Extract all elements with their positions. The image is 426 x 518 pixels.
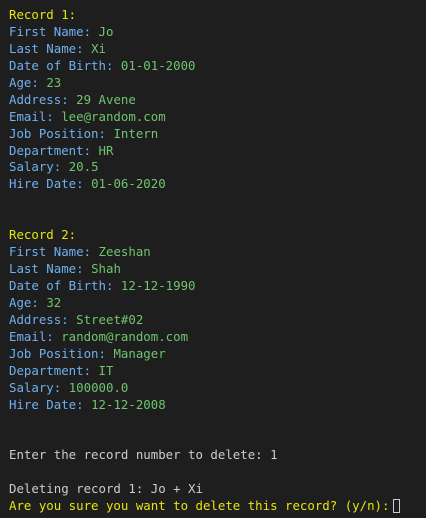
record-field-department: Department: HR	[9, 143, 426, 160]
record-number-prompt: Enter the record number to delete: 1	[9, 447, 278, 463]
field-value: 29 Avene	[76, 91, 136, 107]
field-value: 23	[46, 74, 62, 90]
record-field-job-position: Job Position: Manager	[9, 346, 426, 363]
field-label: Salary:	[9, 379, 69, 395]
field-label: Date of Birth:	[9, 57, 121, 73]
field-value: Zeeshan	[98, 244, 151, 260]
record-field-hire-date: Hire Date: 12-12-2008	[9, 397, 426, 414]
field-label: Email:	[9, 108, 62, 124]
field-value: IT	[98, 362, 114, 378]
record-field-email: Email: lee@random.com	[9, 109, 426, 126]
field-label: Date of Birth:	[9, 278, 121, 294]
record-heading: Record 2:	[9, 227, 77, 243]
field-label: Department:	[9, 142, 99, 158]
field-value: Jo	[98, 23, 114, 39]
field-value: 12-12-2008	[91, 396, 166, 412]
field-value: 01-01-2000	[120, 57, 196, 73]
record-field-address: Address: 29 Avene	[9, 92, 426, 109]
field-value: random@random.com	[61, 328, 189, 344]
record-field-address: Address: Street#02	[9, 312, 426, 329]
confirm-prompt: Are you sure you want to delete this rec…	[9, 498, 390, 514]
record-field-job-position: Job Position: Intern	[9, 126, 426, 143]
field-value: 100000.0	[68, 379, 129, 395]
field-value: Intern	[113, 125, 159, 141]
record-field-age: Age: 23	[9, 75, 426, 92]
confirm-line[interactable]: Are you sure you want to delete this rec…	[9, 498, 426, 515]
field-label: First Name:	[9, 244, 99, 260]
field-value: 32	[46, 294, 62, 310]
record-field-hire-date: Hire Date: 01-06-2020	[9, 176, 426, 193]
text-cursor[interactable]	[393, 499, 401, 514]
record-field-dob: Date of Birth: 12-12-1990	[9, 278, 426, 295]
record-heading: Record 1:	[9, 7, 77, 22]
field-label: First Name:	[9, 23, 99, 39]
record-field-last-name: Last Name: Shah	[9, 261, 426, 278]
field-label: Hire Date:	[9, 396, 92, 412]
record-1: Record 1: First Name: Jo Last Name: Xi D…	[9, 7, 426, 193]
record-field-first-name: First Name: Jo	[9, 24, 426, 41]
record-field-salary: Salary: 20.5	[9, 159, 426, 176]
record-field-first-name: First Name: Zeeshan	[9, 244, 426, 261]
record-field-age: Age: 32	[9, 295, 426, 312]
field-label: Hire Date:	[9, 176, 92, 192]
terminal-output: Record 1: First Name: Jo Last Name: Xi D…	[0, 0, 426, 518]
field-label: Age:	[9, 294, 47, 310]
field-label: Age:	[9, 74, 47, 90]
field-value: lee@random.com	[61, 108, 166, 124]
field-label: Address:	[9, 91, 77, 107]
field-label: Address:	[9, 311, 77, 327]
record-field-department: Department: IT	[9, 363, 426, 380]
field-value: 20.5	[68, 159, 99, 175]
field-label: Email:	[9, 328, 62, 344]
field-value: 01-06-2020	[91, 176, 166, 192]
field-value: Xi	[91, 40, 106, 56]
field-label: Job Position:	[9, 345, 114, 361]
record-field-dob: Date of Birth: 01-01-2000	[9, 58, 426, 75]
field-label: Department:	[9, 362, 99, 378]
blank-gap	[9, 193, 426, 227]
blank-gap	[9, 414, 426, 448]
field-value: Shah	[91, 261, 121, 277]
field-label: Last Name:	[9, 261, 92, 277]
record-field-email: Email: random@random.com	[9, 329, 426, 346]
field-label: Job Position:	[9, 125, 114, 141]
record-field-last-name: Last Name: Xi	[9, 41, 426, 58]
record-2: Record 2: First Name: Zeeshan Last Name:…	[9, 227, 426, 413]
field-value: 12-12-1990	[120, 278, 196, 294]
record-field-salary: Salary: 100000.0	[9, 380, 426, 397]
field-value: Street#02	[76, 311, 144, 327]
field-value: HR	[98, 142, 114, 158]
deleting-message: Deleting record 1: Jo + Xi	[9, 481, 203, 497]
field-value: Manager	[113, 345, 166, 361]
field-label: Last Name:	[9, 40, 92, 56]
field-label: Salary:	[9, 159, 69, 175]
